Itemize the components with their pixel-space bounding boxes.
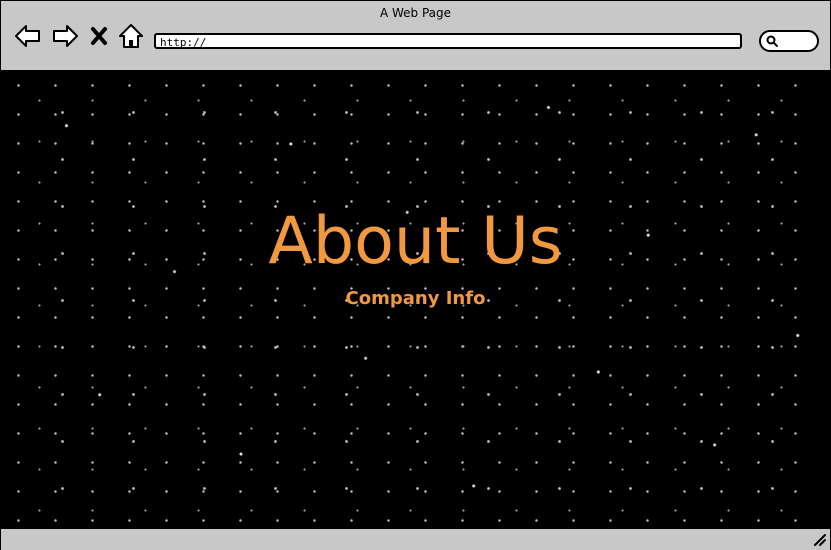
forward-button[interactable]: [51, 22, 79, 50]
browser-window: A Web Page http:// About Us Company Info: [0, 0, 831, 550]
company-info-link[interactable]: Company Info: [0, 288, 831, 309]
page-title: About Us: [268, 203, 563, 279]
browser-title: A Web Page: [379, 6, 452, 20]
arrow-left-icon: [15, 25, 40, 47]
page-content: About Us Company Info: [0, 71, 831, 527]
resize-icon[interactable]: [812, 532, 826, 546]
arrow-right-icon: [53, 25, 78, 47]
address-bar[interactable]: http://: [154, 33, 742, 49]
home-icon: [119, 24, 143, 48]
stop-button[interactable]: [89, 22, 109, 50]
search-input[interactable]: [759, 30, 819, 52]
home-button[interactable]: [117, 22, 145, 50]
browser-statusbar: [0, 527, 831, 550]
back-button[interactable]: [14, 22, 42, 50]
close-icon: [91, 27, 107, 45]
browser-toolbar: A Web Page http://: [0, 0, 831, 72]
search-icon: [766, 35, 778, 47]
